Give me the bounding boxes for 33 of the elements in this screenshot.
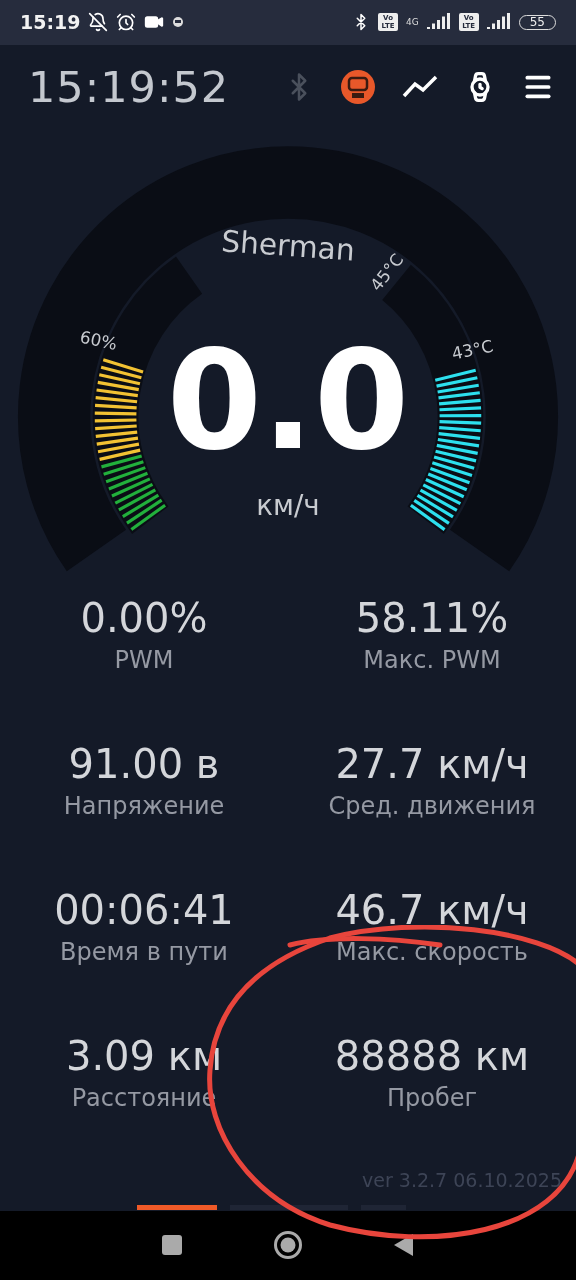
alarm-clock-icon xyxy=(116,12,137,33)
circle-icon[interactable] xyxy=(273,1230,303,1261)
signal-icon xyxy=(426,13,451,32)
square-icon[interactable] xyxy=(161,1234,183,1257)
bell-off-icon xyxy=(88,12,109,33)
stat-label: Макс. PWM xyxy=(363,644,501,676)
network-type: 4G xyxy=(406,17,419,28)
stat-label: Пробег xyxy=(386,1082,478,1114)
temperature-label: 43°C xyxy=(449,335,495,364)
stat-label: Напряжение xyxy=(63,790,225,822)
helmet-icon xyxy=(172,16,185,29)
stat-label: Сред. движения xyxy=(328,790,536,822)
speed-unit: км/ч xyxy=(256,489,320,523)
stat-value: 58.11% xyxy=(355,593,509,643)
clock: 15:19:52 xyxy=(28,61,231,112)
stat-value: 88888 км xyxy=(334,1031,530,1081)
stat-value: 0.00% xyxy=(80,593,208,643)
stat-value: 46.7 км/ч xyxy=(335,885,529,935)
stat-value: 27.7 км/ч xyxy=(335,739,529,789)
stat-label: Время в пути xyxy=(60,936,228,968)
signal-icon xyxy=(486,13,511,32)
stat-value: 00:06:41 xyxy=(54,885,234,935)
status-time: 15:19 xyxy=(20,11,81,34)
stat-label: Макс. скорость xyxy=(336,936,528,968)
speed-value: 0.0 xyxy=(166,320,410,480)
stat-label: PWM xyxy=(114,644,174,676)
battery-label: 60% xyxy=(78,326,119,354)
stat-value: 91.00 в xyxy=(68,739,220,789)
page-indicator[interactable] xyxy=(137,1204,217,1210)
wheel-icon[interactable] xyxy=(340,68,376,105)
chart-line-icon[interactable] xyxy=(402,74,438,99)
page-indicator[interactable] xyxy=(230,1204,348,1210)
model-name: Sherman xyxy=(220,223,356,268)
